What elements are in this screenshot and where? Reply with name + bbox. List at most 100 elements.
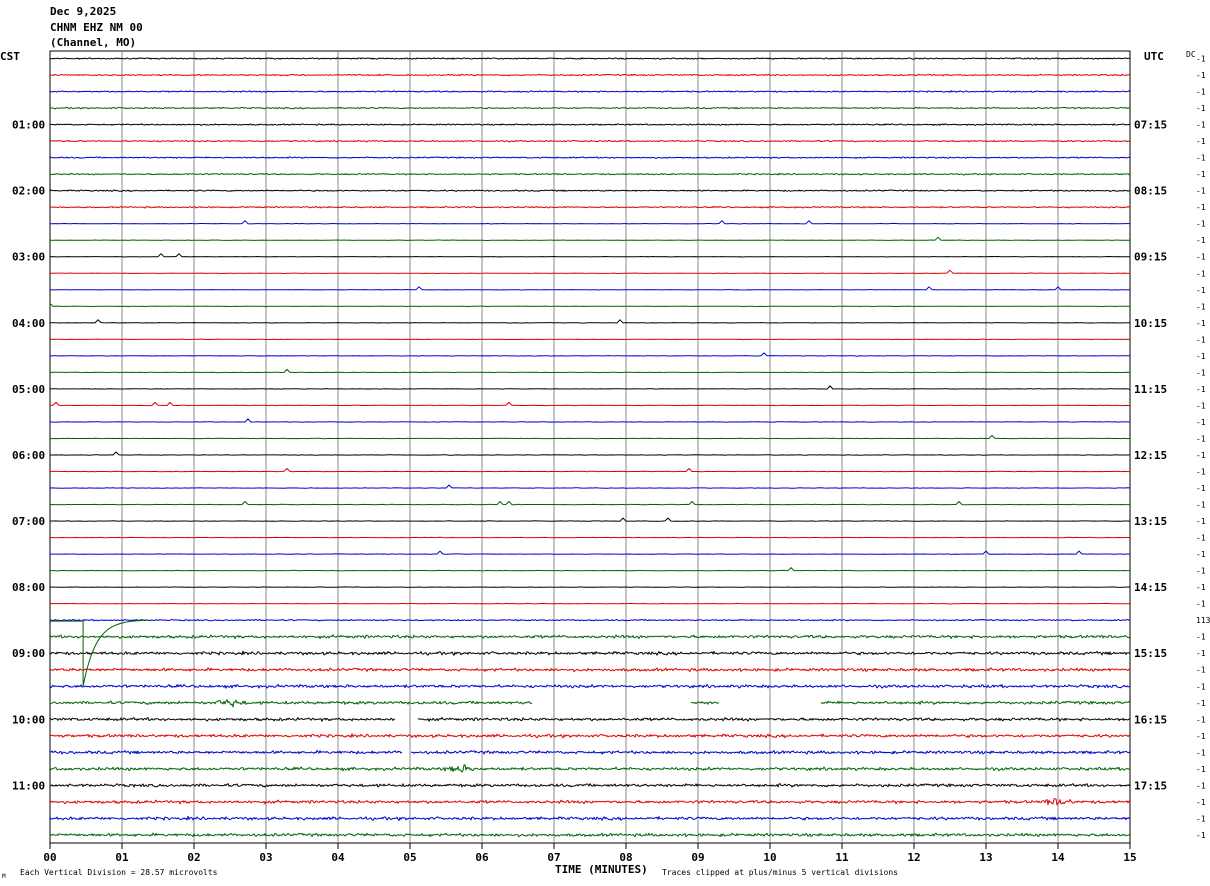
dc-offset-label: -1 bbox=[1196, 501, 1206, 510]
seismic-trace-row bbox=[49, 106, 1131, 110]
dc-offset-label: -1 bbox=[1196, 732, 1206, 741]
seismic-trace-row bbox=[49, 205, 1131, 209]
seismic-trace-row bbox=[49, 517, 1131, 522]
seismic-trace-row bbox=[49, 683, 1131, 689]
seismic-trace-row bbox=[49, 123, 1131, 126]
dc-offset-label: -1 bbox=[1196, 814, 1206, 823]
x-tick-label: 14 bbox=[1051, 851, 1065, 864]
seismic-trace-row bbox=[49, 749, 1131, 755]
seismic-trace-row bbox=[49, 385, 1131, 390]
x-tick-label: 06 bbox=[475, 851, 489, 864]
x-tick-label: 00 bbox=[43, 851, 56, 864]
dc-offset-label: -1 bbox=[1196, 236, 1206, 245]
seismic-trace-row bbox=[49, 699, 1131, 708]
seismic-trace-row bbox=[49, 618, 1131, 622]
dc-offset-label: -1 bbox=[1196, 385, 1206, 394]
dc-offset-label: -1 bbox=[1196, 88, 1206, 97]
seismic-trace-row bbox=[49, 352, 1131, 357]
dc-offset-label: -1 bbox=[1196, 401, 1206, 410]
seismic-trace-row bbox=[49, 815, 1131, 821]
seismic-trace-row bbox=[49, 602, 1131, 605]
seismic-trace-row bbox=[49, 536, 1130, 539]
seismic-trace-row bbox=[49, 667, 1131, 673]
seismic-trace-row bbox=[50, 733, 1131, 739]
dc-offset-label: -1 bbox=[1196, 434, 1206, 443]
dc-offset-label: -1 bbox=[1196, 269, 1206, 278]
dc-offset-label: 113 bbox=[1196, 616, 1210, 625]
dc-offset-label: -1 bbox=[1196, 203, 1206, 212]
helicorder-plot: 00 01 02 03 04 05 06 07 08 09 10 11 12 13 14 15 -1 -1 -1 -1… bbox=[12, 50, 1210, 864]
seismic-trace-row bbox=[49, 139, 1131, 143]
seismic-trace-row bbox=[49, 484, 1131, 489]
seismic-trace-row bbox=[49, 716, 1131, 722]
dc-offset-label: -1 bbox=[1196, 319, 1206, 328]
seismic-trace-row bbox=[50, 468, 1131, 473]
dc-offset-label: -1 bbox=[1196, 765, 1206, 774]
seismic-trace-row bbox=[49, 286, 1131, 291]
x-tick-label: 12 bbox=[907, 851, 920, 864]
dc-offset-label: -1 bbox=[1196, 302, 1206, 311]
x-tick-label: 07 bbox=[547, 851, 560, 864]
x-tick-label: 02 bbox=[187, 851, 200, 864]
left-hour-label: 02:00 bbox=[12, 185, 45, 198]
seismic-trace-row bbox=[49, 57, 1131, 60]
dc-offset-label: -1 bbox=[1196, 286, 1206, 295]
dc-offset-label: -1 bbox=[1196, 137, 1206, 146]
left-hour-label: 05:00 bbox=[12, 383, 45, 396]
x-tick-label: 01 bbox=[115, 851, 129, 864]
seismic-trace-row bbox=[49, 634, 1131, 640]
seismic-trace-row bbox=[50, 550, 1130, 555]
left-hour-label: 04:00 bbox=[12, 317, 45, 330]
dc-offset-label: -1 bbox=[1196, 567, 1206, 576]
dc-offset-label: -1 bbox=[1196, 170, 1206, 179]
seismic-trace-row bbox=[49, 253, 1130, 258]
seismic-trace-row bbox=[49, 302, 1130, 308]
dc-offset-label: -1 bbox=[1196, 715, 1206, 724]
dc-offset-label: -1 bbox=[1196, 468, 1206, 477]
right-hour-label: 12:15 bbox=[1134, 449, 1167, 462]
right-hour-label: 07:15 bbox=[1134, 119, 1167, 132]
seismic-trace-row bbox=[50, 567, 1131, 572]
dc-offset-label: -1 bbox=[1196, 55, 1206, 64]
x-tick-label: 13 bbox=[979, 851, 992, 864]
left-hour-label: 11:00 bbox=[12, 779, 45, 792]
seismic-trace-row bbox=[50, 451, 1131, 456]
seismic-trace-row bbox=[49, 798, 1131, 806]
seismic-trace-row bbox=[49, 269, 1131, 274]
x-tick-label: 08 bbox=[619, 851, 632, 864]
dc-offset-label: -1 bbox=[1196, 831, 1206, 840]
x-tick-label: 15 bbox=[1123, 851, 1136, 864]
seismic-trace-row bbox=[49, 220, 1130, 225]
dc-offset-label: -1 bbox=[1196, 104, 1206, 113]
dc-offset-label: -1 bbox=[1196, 154, 1206, 163]
left-hour-label: 09:00 bbox=[12, 647, 45, 660]
dc-offset-label: -1 bbox=[1196, 798, 1206, 807]
seismic-trace-row bbox=[50, 401, 1131, 407]
dc-offset-label: -1 bbox=[1196, 649, 1206, 658]
dc-offset-label: -1 bbox=[1196, 600, 1206, 609]
seismic-trace-row bbox=[49, 172, 1131, 176]
dc-offset-label: -1 bbox=[1196, 781, 1206, 790]
right-hour-label: 16:15 bbox=[1134, 713, 1167, 726]
seismic-trace-row bbox=[49, 156, 1130, 159]
right-hour-label: 15:15 bbox=[1134, 647, 1167, 660]
seismic-trace-row bbox=[49, 319, 1130, 324]
seismic-trace-row bbox=[49, 418, 1131, 423]
dc-offset-label: -1 bbox=[1196, 682, 1206, 691]
x-tick-label: 04 bbox=[331, 851, 345, 864]
seismic-trace-row bbox=[49, 368, 1131, 374]
right-hour-label: 09:15 bbox=[1134, 251, 1167, 264]
seismic-trace-row bbox=[49, 832, 1131, 838]
seismic-trace-row bbox=[49, 501, 1130, 506]
seismic-trace-row bbox=[49, 650, 1131, 656]
seismic-trace-row bbox=[49, 338, 1131, 341]
x-tick-label: 09 bbox=[691, 851, 704, 864]
seismic-trace-row bbox=[49, 73, 1131, 77]
seismic-trace-row bbox=[49, 90, 1131, 93]
x-tick-label: 05 bbox=[403, 851, 416, 864]
dc-offset-label: -1 bbox=[1196, 550, 1206, 559]
right-hour-label: 17:15 bbox=[1134, 779, 1167, 792]
seismic-trace-row bbox=[49, 764, 1131, 773]
dc-offset-label: -1 bbox=[1196, 517, 1206, 526]
right-hour-label: 14:15 bbox=[1134, 581, 1167, 594]
